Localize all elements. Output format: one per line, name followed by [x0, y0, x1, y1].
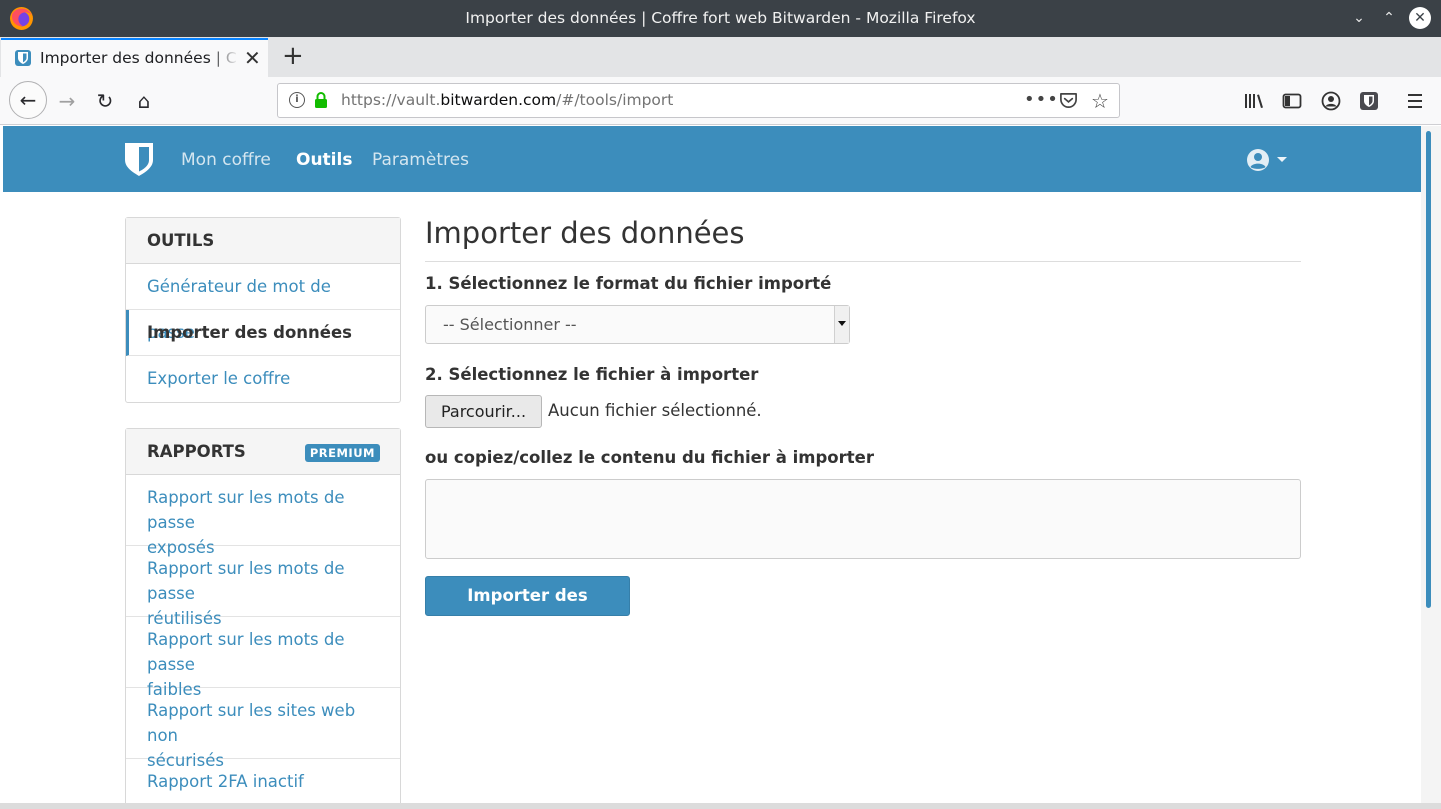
minimize-window-button[interactable]: ⌄ [1348, 7, 1370, 29]
close-window-button[interactable]: ✕ [1409, 7, 1431, 29]
paste-label: ou copiez/collez le contenu du fichier à… [425, 448, 874, 467]
bookmark-star-icon[interactable]: ☆ [1091, 89, 1109, 113]
web-content: Mon coffre Outils Paramètres OUTILS Géné… [3, 126, 1421, 803]
tools-card: OUTILS Générateur de mot de passe Import… [125, 217, 401, 403]
nav-link-outils[interactable]: Outils [296, 150, 352, 170]
nav-link-mon-coffre[interactable]: Mon coffre [181, 150, 271, 170]
format-select[interactable]: -- Sélectionner -- [425, 305, 850, 344]
site-info-icon[interactable]: i [289, 92, 305, 108]
report-label-line1: Rapport sur les sites web non [147, 701, 356, 745]
app-navbar: Mon coffre Outils Paramètres [3, 126, 1421, 192]
dropdown-arrow-icon [834, 306, 849, 343]
hamburger-menu-icon[interactable] [1405, 90, 1427, 112]
back-button[interactable]: ← [9, 81, 47, 119]
format-label: 1. Sélectionnez le format du fichier imp… [425, 274, 832, 293]
new-tab-button[interactable]: + [282, 42, 304, 70]
file-label: 2. Sélectionnez le fichier à importer [425, 365, 759, 384]
pocket-icon[interactable] [1059, 91, 1078, 110]
import-submit-button[interactable]: Importer des données [425, 576, 630, 643]
premium-badge: PREMIUM [304, 444, 380, 462]
window-titlebar: Importer des données | Coffre fort web B… [0, 0, 1441, 37]
navigation-toolbar: ← → ↻ ⌂ i https://vault.bitwarden.com/#/… [0, 77, 1441, 125]
sidebar-item-import-data[interactable]: Importer des données [126, 310, 400, 356]
window-title: Importer des données | Coffre fort web B… [465, 9, 976, 27]
report-label-line1: Rapport sur les mots de passe [147, 488, 345, 532]
report-label-line1: Rapport sur les mots de passe [147, 559, 345, 603]
tab-title: Importer des données | Coffre fort web B… [40, 49, 236, 67]
reports-card-title: RAPPORTS [147, 442, 246, 461]
reports-card: RAPPORTS PREMIUM Rapport sur les mots de… [125, 428, 401, 803]
secure-lock-icon [315, 92, 327, 108]
browse-file-button[interactable]: Parcourir... [425, 395, 542, 428]
import-form: Importer des données 1. Sélectionnez le … [425, 216, 1301, 643]
format-select-value: -- Sélectionner -- [443, 315, 577, 334]
tab-close-icon[interactable]: ✕ [244, 47, 261, 69]
report-label-line1: Rapport sur les mots de passe [147, 630, 345, 674]
reload-button[interactable]: ↻ [89, 85, 121, 117]
library-icon[interactable] [1243, 90, 1265, 112]
firefox-account-icon[interactable] [1320, 90, 1342, 112]
nav-link-parametres[interactable]: Paramètres [372, 150, 469, 170]
home-button[interactable]: ⌂ [128, 85, 160, 117]
tab-strip: Importer des données | Coffre fort web B… [0, 37, 1441, 77]
forward-button[interactable]: → [51, 85, 83, 117]
sidebar-toggle-icon[interactable] [1281, 90, 1303, 112]
sidebar-item-password-generator[interactable]: Générateur de mot de passe [126, 264, 400, 342]
sidebar-item-inactive-2fa[interactable]: Rapport 2FA inactif [126, 759, 400, 803]
sidebar-item-unsecured-websites[interactable]: Rapport sur les sites web non sécurisés [126, 688, 400, 770]
file-status-text: Aucun fichier sélectionné. [548, 401, 762, 420]
sidebar-item-weak-passwords[interactable]: Rapport sur les mots de passe faibles [126, 617, 400, 699]
page-scrollbar[interactable] [1421, 126, 1441, 803]
url-text[interactable]: https://vault.bitwarden.com/#/tools/impo… [341, 91, 673, 109]
browser-tab[interactable]: Importer des données | Coffre fort web B… [1, 38, 268, 77]
user-account-icon[interactable] [1246, 148, 1270, 172]
maximize-window-button[interactable]: ⌃ [1378, 7, 1400, 29]
bitwarden-extension-icon[interactable] [1358, 90, 1380, 112]
page-title: Importer des données [425, 216, 1301, 262]
tools-card-title: OUTILS [126, 218, 400, 264]
sidebar-item-reused-passwords[interactable]: Rapport sur les mots de passe réutilisés [126, 546, 400, 628]
paste-content-textarea[interactable] [425, 479, 1301, 559]
reports-card-header: RAPPORTS PREMIUM [126, 429, 400, 475]
bitwarden-shield-icon [15, 50, 31, 66]
sidebar-item-export-vault[interactable]: Exporter le coffre [126, 356, 400, 402]
scrollbar-thumb[interactable] [1426, 131, 1431, 608]
chevron-down-icon[interactable] [1277, 157, 1287, 162]
url-bar[interactable]: i https://vault.bitwarden.com/#/tools/im… [277, 83, 1120, 118]
bitwarden-logo-icon[interactable] [125, 143, 153, 176]
sidebar-item-exposed-passwords[interactable]: Rapport sur les mots de passe exposés [126, 475, 400, 557]
page-actions-icon[interactable]: ••• [1024, 89, 1059, 110]
